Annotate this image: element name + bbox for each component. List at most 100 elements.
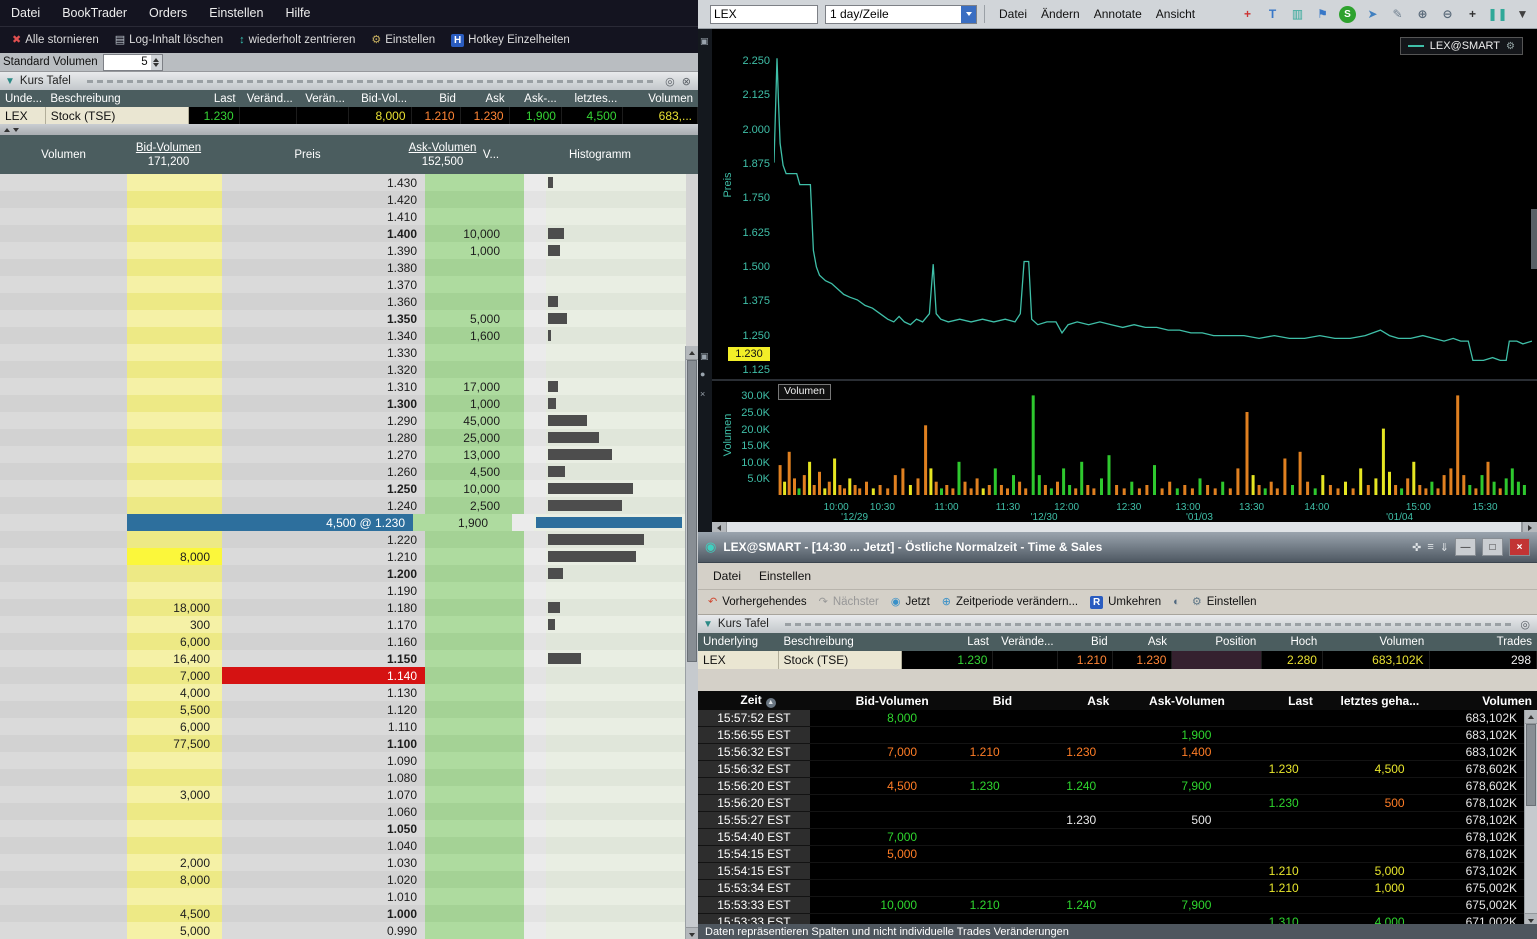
ts-menu-datei[interactable]: Datei bbox=[704, 569, 750, 583]
ladder-bid-volume-cell[interactable] bbox=[127, 378, 222, 395]
ladder-volume-cell[interactable] bbox=[0, 888, 127, 905]
ladder-ask-volume-cell[interactable] bbox=[425, 684, 524, 701]
ladder-v-cell[interactable] bbox=[524, 344, 546, 361]
ladder-row[interactable]: 1.200 bbox=[0, 565, 686, 582]
ladder-ask-volume-cell[interactable] bbox=[425, 752, 524, 769]
zoom-out-icon[interactable]: ⊖ bbox=[1439, 6, 1456, 23]
quote-col-bid[interactable]: Bid bbox=[1059, 636, 1113, 648]
ladder-volume-cell[interactable] bbox=[0, 582, 127, 599]
ladder-price-cell[interactable]: 1.150 bbox=[222, 650, 425, 667]
ts-col-letztes-geha[interactable]: letztes geha... bbox=[1318, 694, 1424, 708]
ladder-row[interactable]: 1.420 bbox=[0, 191, 686, 208]
ladder-ask-volume-cell[interactable] bbox=[425, 191, 524, 208]
ladder-volume-cell[interactable] bbox=[0, 327, 127, 344]
ladder-volume-cell[interactable] bbox=[0, 497, 127, 514]
ts-col-zeit[interactable]: Zeit▲ bbox=[698, 693, 818, 708]
ladder-row[interactable]: 7,0001.140 bbox=[0, 667, 686, 684]
close-panel-icon[interactable]: × bbox=[700, 389, 705, 399]
quote-col-trades[interactable]: Trades bbox=[1429, 636, 1537, 648]
ladder-volume-cell[interactable] bbox=[0, 854, 127, 871]
ladder-v-cell[interactable] bbox=[524, 735, 546, 752]
ts-quote-row[interactable]: LEXStock (TSE)1.2301.2101.2302.280683,10… bbox=[698, 651, 1537, 669]
minimize-button[interactable]: — bbox=[1455, 538, 1476, 556]
ladder-volume-cell[interactable] bbox=[0, 395, 127, 412]
pin-icon[interactable]: ▣ bbox=[700, 36, 709, 47]
ladder-bid-volume-cell[interactable] bbox=[127, 429, 222, 446]
ts-titlebar[interactable]: ◉ LEX@SMART - [14:30 ... Jetzt] - Östlic… bbox=[698, 532, 1537, 563]
ladder-bid-volume-cell[interactable]: 5,000 bbox=[127, 922, 222, 939]
quote-col-ask[interactable]: Ask bbox=[461, 93, 510, 105]
ladder-row[interactable]: 1.3401,600 bbox=[0, 327, 686, 344]
ladder-price-cell[interactable]: 1.120 bbox=[222, 701, 425, 718]
ladder-v-cell[interactable] bbox=[524, 497, 546, 514]
ts-col-last[interactable]: Last bbox=[1230, 694, 1318, 708]
ladder-bid-volume-cell[interactable]: 18,000 bbox=[127, 599, 222, 616]
ladder-bid-volume-cell[interactable]: 8,000 bbox=[127, 548, 222, 565]
ladder-row[interactable]: 3,0001.070 bbox=[0, 786, 686, 803]
ladder-ask-volume-cell[interactable] bbox=[425, 786, 524, 803]
ladder-ask-volume-cell[interactable] bbox=[425, 667, 524, 684]
scroll-thumb[interactable] bbox=[687, 360, 697, 662]
ladder-bid-volume-cell[interactable] bbox=[127, 497, 222, 514]
quote-table-row[interactable]: LEXStock (TSE)1.2308,0001.2101.2301,9004… bbox=[0, 107, 698, 124]
symbol-input[interactable] bbox=[710, 5, 818, 24]
ladder-price-cell[interactable]: 1.420 bbox=[222, 191, 425, 208]
ladder-ask-volume-cell[interactable] bbox=[425, 633, 524, 650]
ladder-ask-volume-cell[interactable] bbox=[425, 548, 524, 565]
quote-col-bid-vol[interactable]: Bid-Vol... bbox=[350, 93, 412, 105]
ladder-bid-volume-cell[interactable]: 7,000 bbox=[127, 667, 222, 684]
ladder-bid-volume-cell[interactable] bbox=[127, 208, 222, 225]
ladder-row[interactable]: 4,500 @ 1.2301,900 bbox=[0, 514, 686, 531]
toolbar-log-inhalt-l-schen[interactable]: ▤Log-Inhalt löschen bbox=[107, 32, 231, 48]
ladder-ask-volume-cell[interactable]: 45,000 bbox=[425, 412, 524, 429]
legend-gear-icon[interactable]: ⚙ bbox=[1506, 41, 1515, 52]
toolbar-hotkey-einzelheiten[interactable]: HHotkey Einzelheiten bbox=[443, 32, 578, 49]
menu-einstellen[interactable]: Einstellen bbox=[198, 6, 274, 20]
ladder-price-cell[interactable]: 1.030 bbox=[222, 854, 425, 871]
ladder-bid-volume-cell[interactable] bbox=[127, 446, 222, 463]
ladder-volume-cell[interactable] bbox=[0, 276, 127, 293]
ladder-volume-cell[interactable] bbox=[0, 293, 127, 310]
ladder-price-cell[interactable]: 1.110 bbox=[222, 718, 425, 735]
ladder-price-cell[interactable]: 1.050 bbox=[222, 820, 425, 837]
ladder-price-cell[interactable]: 1.360 bbox=[222, 293, 425, 310]
ladder-price-cell[interactable]: 1.040 bbox=[222, 837, 425, 854]
ladder-v-cell[interactable] bbox=[524, 820, 546, 837]
ladder-v-cell[interactable] bbox=[524, 769, 546, 786]
ladder-price-cell[interactable]: 1.070 bbox=[222, 786, 425, 803]
ladder-v-cell[interactable] bbox=[524, 412, 546, 429]
ladder-bid-volume-cell[interactable] bbox=[127, 752, 222, 769]
ladder-ask-volume-cell[interactable] bbox=[425, 837, 524, 854]
quote-col-hoch[interactable]: Hoch bbox=[1261, 636, 1322, 648]
ladder-v-cell[interactable] bbox=[524, 446, 546, 463]
ladder-bid-volume-cell[interactable] bbox=[127, 259, 222, 276]
ladder-ask-volume-cell[interactable]: 4,500 bbox=[425, 463, 524, 480]
ladder-bid-volume-cell[interactable] bbox=[127, 769, 222, 786]
ladder-bid-volume-cell[interactable]: 77,500 bbox=[127, 735, 222, 752]
ladder-ask-volume-cell[interactable] bbox=[425, 769, 524, 786]
ladder-bid-volume-cell[interactable] bbox=[127, 888, 222, 905]
ladder-last-trade-cell[interactable]: 4,500 @ 1.230 bbox=[127, 514, 413, 531]
ladder-volume-cell[interactable] bbox=[0, 616, 127, 633]
ladder-bid-volume-cell[interactable]: 4,000 bbox=[127, 684, 222, 701]
ladder-volume-cell[interactable] bbox=[0, 446, 127, 463]
ladder-price-cell[interactable]: 1.090 bbox=[222, 752, 425, 769]
ladder-volume-cell[interactable] bbox=[0, 650, 127, 667]
ladder-bid-volume-cell[interactable] bbox=[127, 395, 222, 412]
ladder-col-bid-volumen[interactable]: Bid-Volumen bbox=[136, 142, 201, 154]
scroll-up-icon[interactable] bbox=[686, 346, 698, 360]
ladder-volume-cell[interactable] bbox=[0, 548, 127, 565]
ladder-ask-volume-cell[interactable]: 10,000 bbox=[425, 480, 524, 497]
ladder-v-cell[interactable] bbox=[524, 582, 546, 599]
ladder-row[interactable]: 1.40010,000 bbox=[0, 225, 686, 242]
pin-icon[interactable]: ✜ bbox=[1412, 541, 1421, 554]
ladder-price-cell[interactable]: 1.160 bbox=[222, 633, 425, 650]
ladder-volume-cell[interactable] bbox=[0, 922, 127, 939]
ladder-ask-volume-cell[interactable] bbox=[425, 208, 524, 225]
ladder-volume-cell[interactable] bbox=[0, 786, 127, 803]
quote-col-ver-n[interactable]: Verän... bbox=[298, 93, 350, 105]
flag-icon[interactable]: ⚑ bbox=[1314, 6, 1331, 23]
ladder-row[interactable]: 18,0001.180 bbox=[0, 599, 686, 616]
ladder-row[interactable]: 6,0001.110 bbox=[0, 718, 686, 735]
ladder-ask-volume-cell[interactable] bbox=[425, 293, 524, 310]
